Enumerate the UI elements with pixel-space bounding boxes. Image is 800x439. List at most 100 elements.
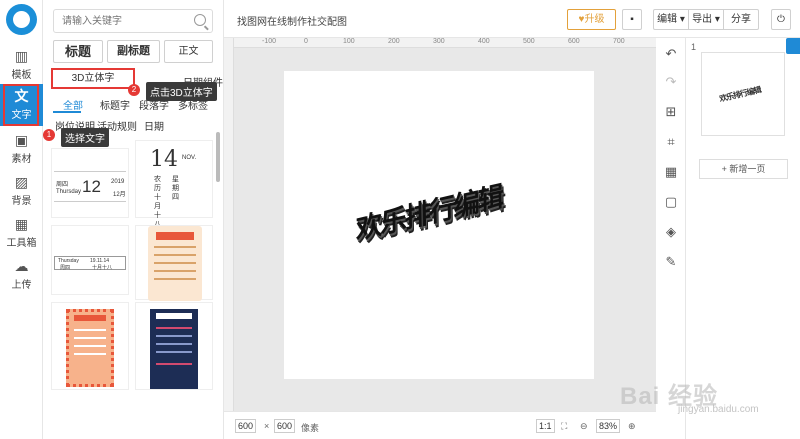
ruler-tick: 400 (478, 38, 490, 45)
template-card-activity-orange[interactable] (51, 302, 129, 390)
card-text: 农历 十月 十八 (154, 176, 161, 228)
canvas-height-field[interactable]: 600 (274, 419, 296, 433)
step-badge-2: 2 (128, 84, 140, 96)
text-panel: 标题 副标题 正文 3D立体字 日期组件 全部 标题字 段落字 多标签 岗位说明… (43, 0, 224, 439)
watermark-url: jingyan.baidu.com (678, 404, 759, 415)
template-grid: 周四 Thursday 12 2019 12月 14 NOV. 星期四 农历 十… (51, 140, 214, 390)
ruler-tick: 500 (523, 38, 535, 45)
table-icon[interactable]: ▦ (663, 164, 679, 180)
upload-icon: ☁ (14, 258, 29, 274)
ratio-button[interactable]: 1:1 (536, 419, 555, 433)
page-number: 1 (691, 42, 697, 52)
design-page[interactable]: 欢乐排行编辑 (284, 71, 594, 379)
document-title[interactable]: 找图网在线制作社交配图 (237, 13, 347, 28)
tab-3d-text[interactable]: 3D立体字 (51, 68, 135, 89)
edit-menu-button[interactable]: 编辑 ▾ (654, 10, 689, 29)
panel-scrollbar[interactable] (216, 132, 220, 182)
frame-icon[interactable]: ▢ (663, 194, 679, 210)
ruler-tick: 100 (343, 38, 355, 45)
crop-icon[interactable]: ⌗ (663, 134, 679, 150)
nav-item-toolbox[interactable]: ▦ 工具箱 (0, 212, 43, 254)
nav-item-upload[interactable]: ☁ 上传 (0, 254, 43, 296)
template-card-activity-navy[interactable] (135, 302, 213, 390)
canvas-width-field[interactable]: 600 (235, 419, 257, 433)
subheading-button[interactable]: 副标题 (107, 40, 160, 63)
nav-label: 素材 (11, 154, 32, 165)
fit-screen-icon[interactable]: ⛶ (561, 421, 567, 432)
search-box (53, 9, 213, 33)
subtab-all[interactable]: 全部 (63, 97, 83, 112)
share-button[interactable]: 分享 (724, 10, 758, 29)
nav-label: 工具箱 (6, 238, 37, 249)
redo-icon[interactable]: ↷ (663, 74, 679, 90)
background-icon: ▨ (14, 174, 29, 190)
brush-icon[interactable]: ✎ (663, 254, 679, 270)
ruler-tick: 200 (388, 38, 400, 45)
zoom-out-icon[interactable]: ⊖ (580, 421, 588, 432)
save-icon: ▪ (630, 14, 634, 25)
undo-icon[interactable]: ↶ (663, 46, 679, 62)
body-text-button[interactable]: 正文 (164, 40, 213, 63)
logout-button[interactable]: ⏻ (771, 9, 791, 30)
card-text: NOV. (182, 155, 197, 161)
nav-label: 上传 (11, 280, 32, 291)
card-text: 2019 (111, 179, 125, 185)
power-icon: ⏻ (777, 14, 785, 25)
subtab-date[interactable]: 日期 (144, 118, 164, 133)
top-header: 找图网在线制作社交配图 ♥升级 ▪ 编辑 ▾ 导出 ▾ 分享 ⏻ (224, 0, 800, 38)
card-text: 12 (82, 177, 101, 196)
nav-label: 模板 (11, 70, 32, 81)
toolbox-icon: ▦ (14, 216, 29, 232)
card-text: 星期四 (172, 176, 179, 201)
card-text: 十月十八 (92, 265, 113, 271)
zoom-level[interactable]: 83% (596, 419, 621, 433)
search-icon[interactable] (194, 14, 206, 26)
step-tip-1: 选择文字 (61, 128, 109, 147)
card-text: Thursday (56, 189, 82, 195)
app-logo[interactable] (6, 4, 37, 35)
nav-item-background[interactable]: ▨ 背景 (0, 170, 43, 212)
image-icon: ▣ (14, 132, 29, 148)
ruler-tick: 300 (433, 38, 445, 45)
3d-text-element[interactable]: 欢乐排行编辑 (356, 174, 503, 248)
canvas-workspace: -100 0 100 200 300 400 500 600 700 欢乐排行编… (224, 38, 656, 411)
zoom-in-icon[interactable]: ⊕ (628, 421, 636, 432)
template-card-date-1[interactable]: 周四 Thursday 12 2019 12月 (51, 148, 129, 218)
save-button[interactable]: ▪ (622, 9, 642, 30)
thumbnail-text: 欢乐排行编辑 (718, 85, 762, 104)
unit-label: 像素 (301, 423, 320, 433)
export-menu-button[interactable]: 导出 ▾ (689, 10, 724, 29)
template-card-notice-orange[interactable] (135, 225, 213, 301)
card-text: 周四 (60, 265, 71, 271)
size-separator: × (264, 421, 270, 431)
upgrade-button[interactable]: ♥升级 (567, 9, 616, 30)
page-thumbnail[interactable]: 欢乐排行编辑 (701, 52, 785, 136)
ruler-tick: 0 (304, 38, 308, 45)
card-text: 12月 (113, 192, 126, 198)
heading-button[interactable]: 标题 (53, 40, 103, 63)
nav-label: 背景 (11, 196, 32, 207)
step-badge-1: 1 (43, 129, 55, 141)
search-input[interactable] (54, 10, 184, 32)
card-text: 14 (150, 147, 178, 172)
presentation-icon[interactable]: ⊞ (663, 104, 679, 120)
side-tab-icon[interactable] (786, 38, 800, 54)
add-page-button[interactable]: + 新增一页 (699, 159, 788, 179)
subtab-title[interactable]: 标题字 (100, 97, 130, 112)
nav-item-template[interactable]: ▥ 模板 (0, 44, 43, 86)
nav-item-material[interactable]: ▣ 素材 (0, 128, 43, 170)
left-nav: ▥ 模板 文 文字 ▣ 素材 ▨ 背景 ▦ 工具箱 ☁ 上传 (0, 0, 43, 439)
vertical-ruler (224, 38, 234, 411)
ruler-tick: 600 (568, 38, 580, 45)
template-card-date-2[interactable]: 14 NOV. 星期四 农历 十月 十八 (135, 140, 213, 228)
horizontal-ruler: -100 0 100 200 300 400 500 600 700 (224, 38, 656, 48)
status-bar: 600 × 600 像素 1:1 ⛶ ⊖ 83% ⊕ (224, 411, 656, 439)
subtab-underline (53, 111, 81, 113)
ruler-tick: 700 (613, 38, 625, 45)
card-text: 周四 (56, 182, 69, 188)
ruler-tick: -100 (262, 38, 277, 45)
layers-icon[interactable]: ◈ (663, 224, 679, 240)
navy-thumb (150, 309, 198, 389)
template-card-date-3[interactable]: Thursday 周四 19.11.14 十月十八 (51, 225, 129, 295)
step-tip-2: 点击3D立体字 (146, 82, 217, 101)
